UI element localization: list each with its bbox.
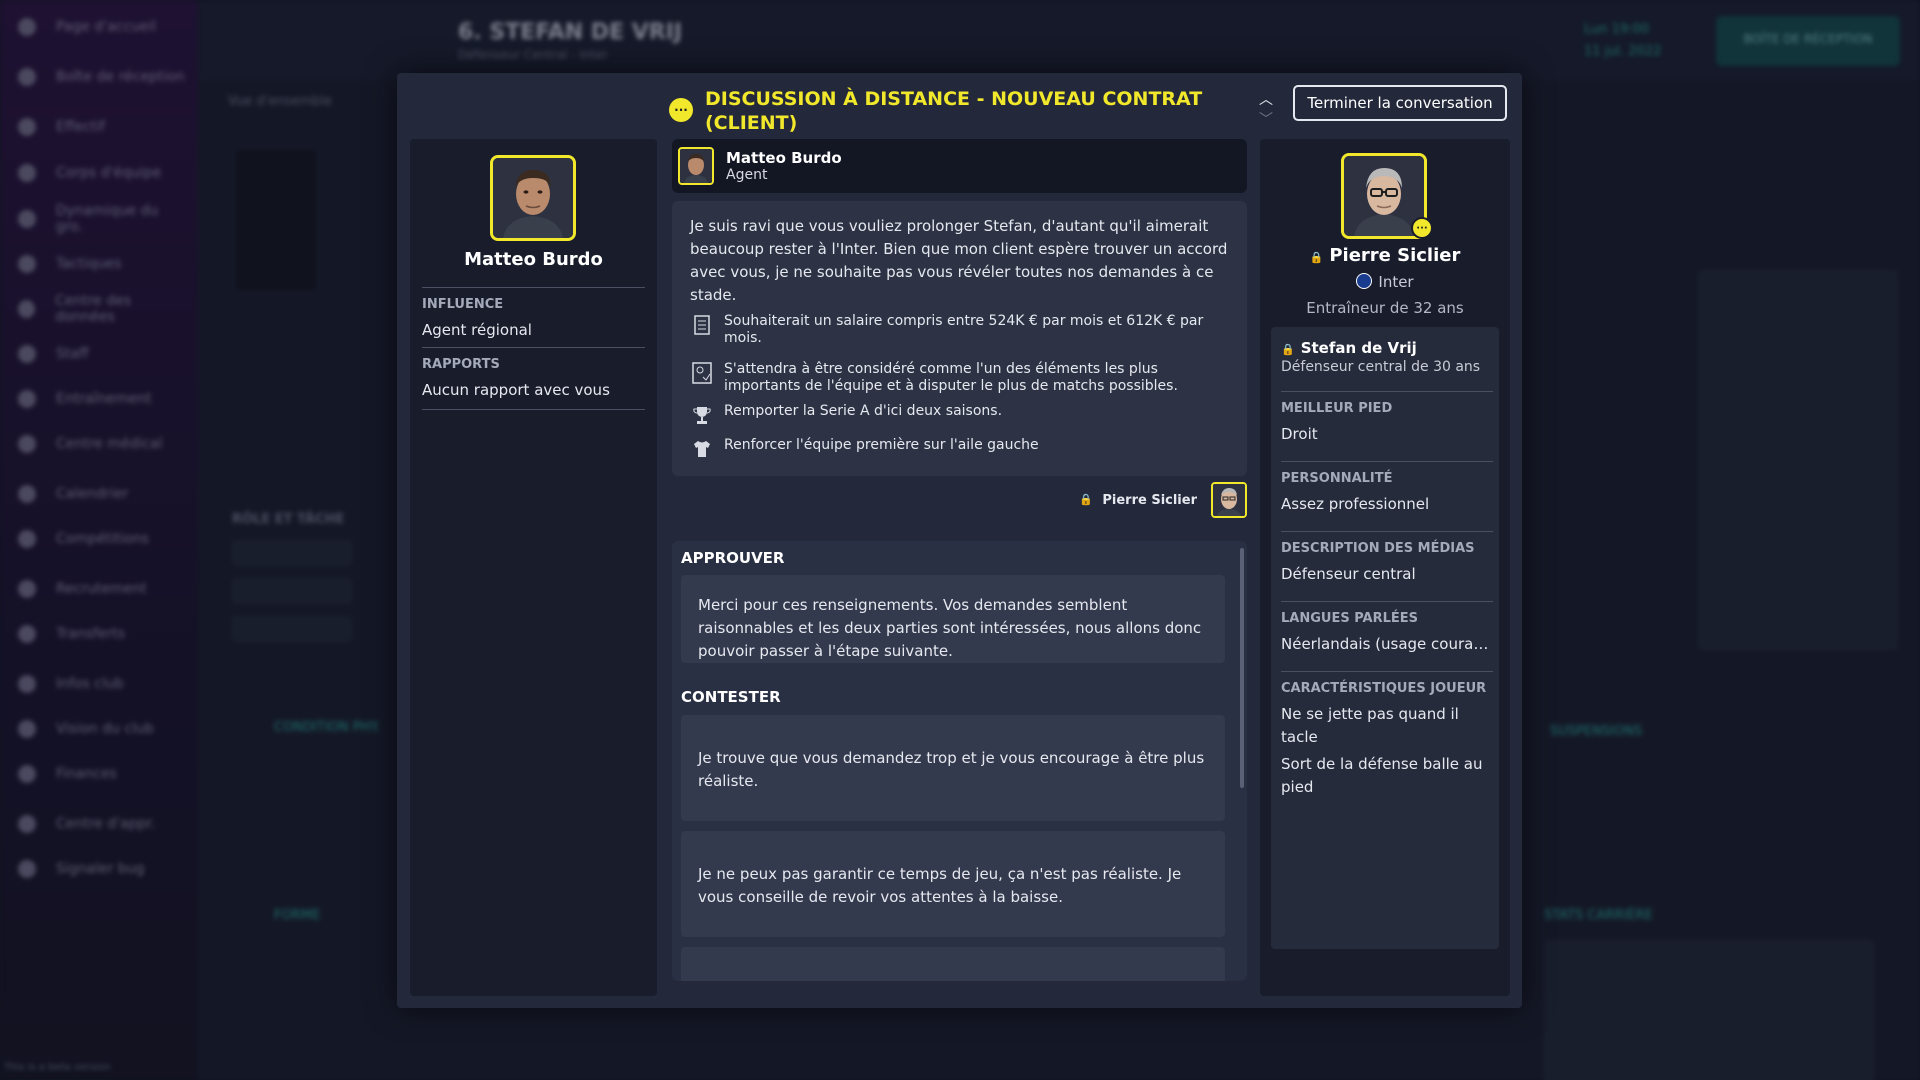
shirt-icon [690,437,714,461]
traits-label: CARACTÉRISTIQUES JOUEUR [1281,681,1487,696]
agent-face-icon [680,149,712,183]
demand-text: Remporter la Serie A d'ici deux saisons. [724,403,1003,419]
divider [1281,601,1493,602]
agent-message: Je suis ravi que vous vouliez prolonger … [672,201,1247,476]
demand-text: Souhaiterait un salaire compris entre 52… [724,313,1204,346]
reports-label: RAPPORTS [422,357,500,372]
reply-options: APPROUVER Merci pour ces renseignements.… [672,541,1247,981]
best-foot-label: MEILLEUR PIED [1281,401,1393,416]
personality-value: Assez professionnel [1281,495,1430,513]
reply-option-text: Merci pour ces renseignements. Vos deman… [698,596,1202,660]
sender-role: Agent [726,167,768,183]
chat-bubble-icon: ··· [669,98,693,122]
club-crest-icon [1356,273,1373,289]
media-label: DESCRIPTION DES MÉDIAS [1281,541,1475,556]
manager-mini-avatar [1211,482,1247,518]
modal-title: DISCUSSION À DISTANCE - NOUVEAU CONTRAT … [705,88,1203,134]
demand-text: S'attendra à être considéré comme l'un d… [724,361,1178,394]
lock-icon: 🔒 [1281,343,1295,356]
approve-heading: APPROUVER [681,549,785,567]
demand-item: S'attendra à être considéré comme l'un d… [690,361,1220,395]
player-role: Défenseur central de 30 ans [1281,359,1481,375]
divider [1281,671,1493,672]
agent-mini-avatar [678,147,714,185]
demand-item: Souhaiterait un salaire compris entre 52… [690,313,1220,347]
manager-face-icon [1213,484,1245,516]
reply-option-contest[interactable]: Je trouve que vous demandez trop et je v… [681,715,1225,821]
trophy-icon [690,403,714,427]
club-name: Inter [1378,273,1414,291]
contest-heading: CONTESTER [681,688,781,706]
lock-icon: 🔒 [1079,493,1093,506]
trait-item: Sort de la défense balle au pied [1281,755,1483,796]
reply-sender-row: 🔒 Pierre Siclier [672,481,1247,521]
manager-name-text: Pierre Siclier [1329,245,1461,266]
agent-name: Matteo Burdo [464,249,603,270]
demand-item: Remporter la Serie A d'ici deux saisons. [690,403,1220,427]
document-icon [690,313,714,337]
reply-option-contest[interactable] [681,947,1225,981]
manager-club: Inter [1260,273,1510,291]
modal-collapse-control[interactable]: ︿ ﹀ [1257,89,1277,129]
reply-sender-name: Pierre Siclier [1102,493,1197,508]
trait-item: Ne se jette pas quand il tacle [1281,705,1459,746]
player-name-text: Stefan de Vrij [1300,339,1417,357]
chevron-up-icon[interactable]: ︿ [1259,89,1273,109]
agent-avatar [490,155,576,241]
reply-option-text: Je trouve que vous demandez trop et je v… [698,749,1205,790]
reports-value: Aucun rapport avec vous [422,381,610,399]
personality-label: PERSONNALITÉ [1281,471,1393,486]
end-conversation-button[interactable]: Terminer la conversation [1293,85,1507,121]
message-sender-bar: Matteo Burdo Agent [672,139,1247,193]
divider [1281,461,1493,462]
demand-item: Renforcer l'équipe première sur l'aile g… [690,437,1220,461]
chevron-down-icon[interactable]: ﹀ [1259,109,1273,129]
divider [1281,391,1493,392]
influence-label: INFLUENCE [422,297,504,312]
divider [422,287,645,288]
best-foot-value: Droit [1281,425,1318,443]
languages-label: LANGUES PARLÉES [1281,611,1419,626]
chat-bubble-icon: ··· [1411,217,1433,239]
modal-header: ··· DISCUSSION À DISTANCE - NOUVEAU CONT… [397,73,1522,139]
influence-value: Agent régional [422,321,532,339]
reply-option-text: Je ne peux pas garantir ce temps de jeu,… [698,865,1182,906]
manager-name: 🔒 Pierre Siclier [1260,245,1510,266]
reply-option-contest[interactable]: Je ne peux pas garantir ce temps de jeu,… [681,831,1225,937]
player-info-card: 🔒 Stefan de Vrij Défenseur central de 30 … [1271,327,1499,949]
agent-face-icon [493,158,573,238]
reply-option-approve[interactable]: Merci pour ces renseignements. Vos deman… [681,575,1225,663]
conversation-modal: ··· DISCUSSION À DISTANCE - NOUVEAU CONT… [397,73,1522,1008]
message-text: Je suis ravi que vous vouliez prolonger … [690,217,1228,304]
divider [1281,531,1493,532]
divider [422,409,645,410]
demand-text: Renforcer l'équipe première sur l'aile g… [724,437,1039,453]
context-panel: ··· 🔒 Pierre Siclier Inter Entraîneur de … [1260,139,1510,996]
lock-icon: 🔒 [1309,251,1324,264]
squad-role-icon [690,361,714,385]
options-scrollbar[interactable] [1240,548,1244,788]
divider [422,347,645,348]
languages-value: Néerlandais (usage coura.... [1281,635,1491,653]
player-name: 🔒 Stefan de Vrij [1281,339,1417,357]
agent-panel: Matteo Burdo INFLUENCE Agent régional RA… [410,139,657,996]
sender-name: Matteo Burdo [726,149,842,167]
media-value: Défenseur central [1281,565,1416,583]
manager-description: Entraîneur de 32 ans [1306,299,1464,317]
